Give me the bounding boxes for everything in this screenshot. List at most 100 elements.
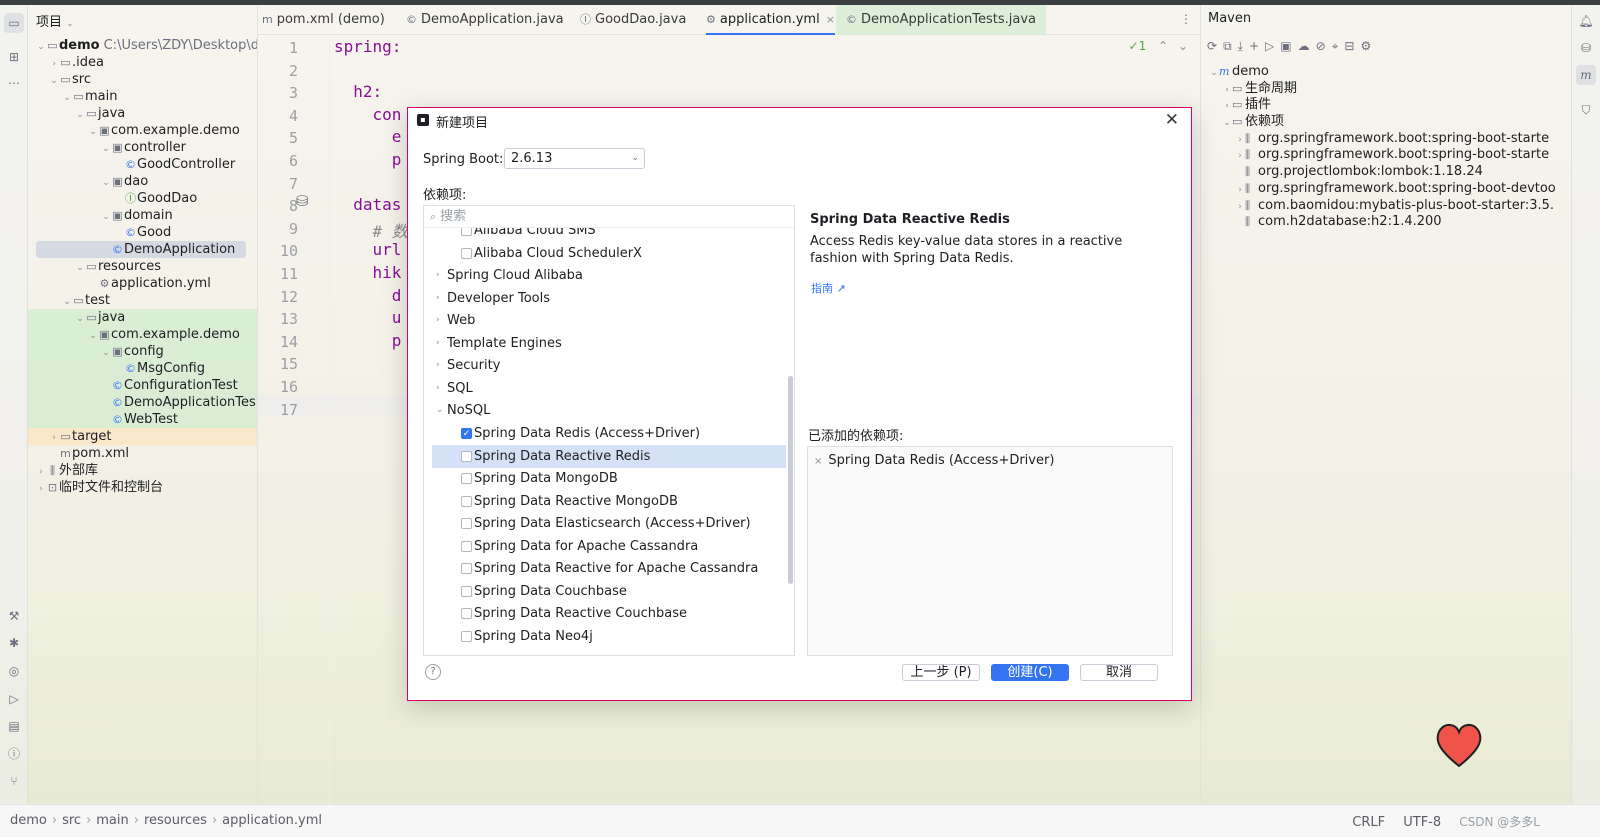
search-input[interactable]: ⌕ 搜索 — [424, 206, 794, 228]
tree-item[interactable]: ⚙ application.yml — [28, 275, 257, 292]
tree-item[interactable]: › ⊡ 临时文件和控制台 — [28, 479, 257, 498]
inspection-widget[interactable]: ✓1 ⌃ ⌄ — [1129, 39, 1188, 53]
database-icon[interactable]: ⛁ — [1576, 38, 1596, 58]
tree-item[interactable]: ©Good — [28, 224, 257, 241]
settings-icon[interactable]: ⚙ — [1360, 39, 1377, 53]
tree-item[interactable]: ©DemoApplicationTes — [28, 394, 257, 411]
collapse-icon[interactable]: ⊟ — [1344, 39, 1360, 53]
build-icon[interactable]: ⚒ — [4, 606, 24, 626]
dependency-item[interactable]: Spring Data Reactive for Apache Cassandr… — [424, 557, 786, 580]
chevron-down-icon[interactable]: ⌄ — [1222, 115, 1232, 132]
chevron-right-icon[interactable]: › — [436, 354, 440, 377]
problems-icon[interactable]: ⓘ — [4, 743, 24, 763]
show-dependencies-icon[interactable]: ⌖ — [1332, 39, 1345, 53]
tree-item[interactable]: › ▭.idea — [28, 54, 257, 71]
security-shield-icon[interactable]: ⛉ — [1576, 100, 1596, 120]
line-ending-widget[interactable]: CRLF — [1352, 815, 1385, 830]
checkbox[interactable] — [461, 585, 472, 597]
dependency-group[interactable]: › SQL — [424, 377, 786, 400]
spring-boot-version-select[interactable]: 2.6.13 ⌄ — [504, 148, 645, 169]
run-icon[interactable]: ▷ — [1265, 39, 1280, 53]
dependency-item[interactable]: Spring Data MongoDB — [424, 467, 786, 490]
chevron-right-icon[interactable]: › — [1235, 132, 1245, 149]
guide-link[interactable]: 指南 ↗ — [811, 280, 846, 296]
breadcrumb-item[interactable]: demo — [10, 813, 47, 828]
chevron-right-icon[interactable]: › — [1235, 182, 1245, 199]
tree-item[interactable]: ⌄ ▭java — [28, 309, 257, 326]
dependency-item[interactable]: Spring Data Neo4j — [424, 625, 786, 648]
chevron-right-icon[interactable]: › — [436, 287, 440, 310]
dependency-item[interactable]: Alibaba Cloud SMS — [424, 228, 786, 242]
editor-tab[interactable]: © DemoApplicationTests.java — [836, 5, 1047, 35]
download-icon[interactable]: ⤓ — [1238, 39, 1249, 53]
tree-item[interactable]: ©MsgConfig — [28, 360, 257, 377]
encoding-widget[interactable]: UTF-8 — [1403, 815, 1441, 830]
chevron-down-icon[interactable]: ⌄ — [436, 399, 444, 422]
maven-tree-item[interactable]: › ▭ 插件 — [1201, 97, 1571, 114]
maven-tree-item[interactable]: › ⫼ org.springframework.boot:spring-boot-d… — [1201, 181, 1571, 198]
tree-item[interactable]: ⌄ ▭src — [28, 71, 257, 88]
editor-tab[interactable]: © DemoApplication.java — [406, 5, 564, 35]
editor-tab[interactable]: m pom.xml (demo) — [262, 5, 385, 35]
tree-item[interactable]: ⌄ ▣dao — [28, 173, 257, 190]
checkbox[interactable] — [461, 450, 472, 462]
help-icon[interactable]: ? — [425, 664, 441, 680]
dependency-group[interactable]: ⌄ NoSQL — [424, 399, 786, 422]
maven-tree-item[interactable]: ⌄m demo — [1201, 64, 1571, 81]
tree-item[interactable]: ©DemoApplication — [36, 241, 246, 258]
checkbox[interactable] — [461, 630, 472, 642]
tree-item[interactable]: ©WebTest — [28, 411, 257, 428]
maven-tree-item[interactable]: › ⫼ com.baomidou:mybatis-plus-boot-starter… — [1201, 198, 1571, 215]
checkbox[interactable] — [461, 473, 472, 485]
dependency-item[interactable]: Alibaba Cloud SchedulerX — [424, 242, 786, 265]
create-button[interactable]: 创建(C) — [991, 664, 1069, 681]
tree-item[interactable]: ⌄ ▣domain — [28, 207, 257, 224]
chevron-right-icon[interactable]: › — [1222, 82, 1232, 99]
tree-item[interactable]: ⌄ ▣controller — [28, 139, 257, 156]
tree-item[interactable]: ⌄ ▭demo C:\Users\ZDY\Desktop\d — [28, 37, 257, 54]
chevron-right-icon[interactable]: › — [36, 481, 46, 498]
debug-icon[interactable]: ✱ — [4, 633, 24, 653]
tree-item[interactable]: › ▭target — [28, 428, 257, 445]
dependency-item[interactable]: Spring Data Elasticsearch (Access+Driver… — [424, 512, 786, 535]
breadcrumb-item[interactable]: src — [62, 813, 81, 828]
tree-item[interactable]: ⌄ ▭main — [28, 88, 257, 105]
database-gutter-icon[interactable]: ⛁ — [296, 192, 309, 210]
checkbox[interactable] — [461, 247, 472, 259]
maven-tree-item[interactable]: › ⫼ org.springframework.boot:spring-boot-s… — [1201, 147, 1571, 164]
checkbox[interactable] — [461, 540, 472, 552]
tree-item[interactable]: ⌄ ▭java — [28, 105, 257, 122]
breadcrumb-item[interactable]: resources — [144, 813, 207, 828]
maven-tree-item[interactable]: ⫼ com.h2database:h2:1.4.200 — [1201, 214, 1571, 231]
checkbox[interactable] — [461, 228, 472, 236]
project-view-icon[interactable]: ▭ — [4, 13, 24, 33]
checkbox[interactable] — [461, 563, 472, 575]
dependency-group[interactable]: › Spring Cloud Alibaba — [424, 264, 786, 287]
notifications-icon[interactable]: 🔔︎ — [1576, 11, 1596, 31]
dependency-item[interactable]: Spring Data Couchbase — [424, 580, 786, 603]
dependency-scrollbar[interactable] — [788, 376, 793, 584]
dependency-group[interactable]: › Developer Tools — [424, 287, 786, 310]
execute-goal-icon[interactable]: ▣ — [1280, 39, 1297, 53]
maven-tree-item[interactable]: ⌄▭ 依赖项 — [1201, 114, 1571, 131]
chevron-right-icon[interactable]: › — [436, 264, 440, 287]
checkbox[interactable] — [461, 608, 472, 620]
terminal-icon[interactable]: ▤ — [4, 716, 24, 736]
breadcrumb-item[interactable]: application.yml — [222, 813, 322, 828]
maven-tree-item[interactable]: › ⫼ org.springframework.boot:spring-boot-s… — [1201, 131, 1571, 148]
checkbox[interactable]: ✓ — [461, 427, 472, 439]
tree-item[interactable]: › ⫼ 外部库 — [28, 462, 257, 479]
editor-tab[interactable]: ⚙ application.yml × — [706, 5, 835, 35]
generate-sources-icon[interactable]: ⧉ — [1223, 39, 1238, 53]
remove-icon[interactable]: × — [814, 456, 822, 467]
chevron-right-icon[interactable]: › — [436, 332, 440, 355]
chevron-down-icon[interactable]: ⌄ — [66, 19, 74, 29]
close-icon[interactable]: × — [826, 13, 835, 26]
dependency-group[interactable]: › Security — [424, 354, 786, 377]
editor-tab[interactable]: Ⓘ GoodDao.java — [580, 5, 686, 35]
checkbox[interactable] — [461, 495, 472, 507]
chevron-right-icon[interactable]: › — [1235, 199, 1245, 216]
tree-item[interactable]: ⌄ ▣config — [28, 343, 257, 360]
chevron-right-icon[interactable]: › — [1222, 98, 1232, 115]
structure-icon[interactable]: ⊞ — [4, 47, 24, 67]
